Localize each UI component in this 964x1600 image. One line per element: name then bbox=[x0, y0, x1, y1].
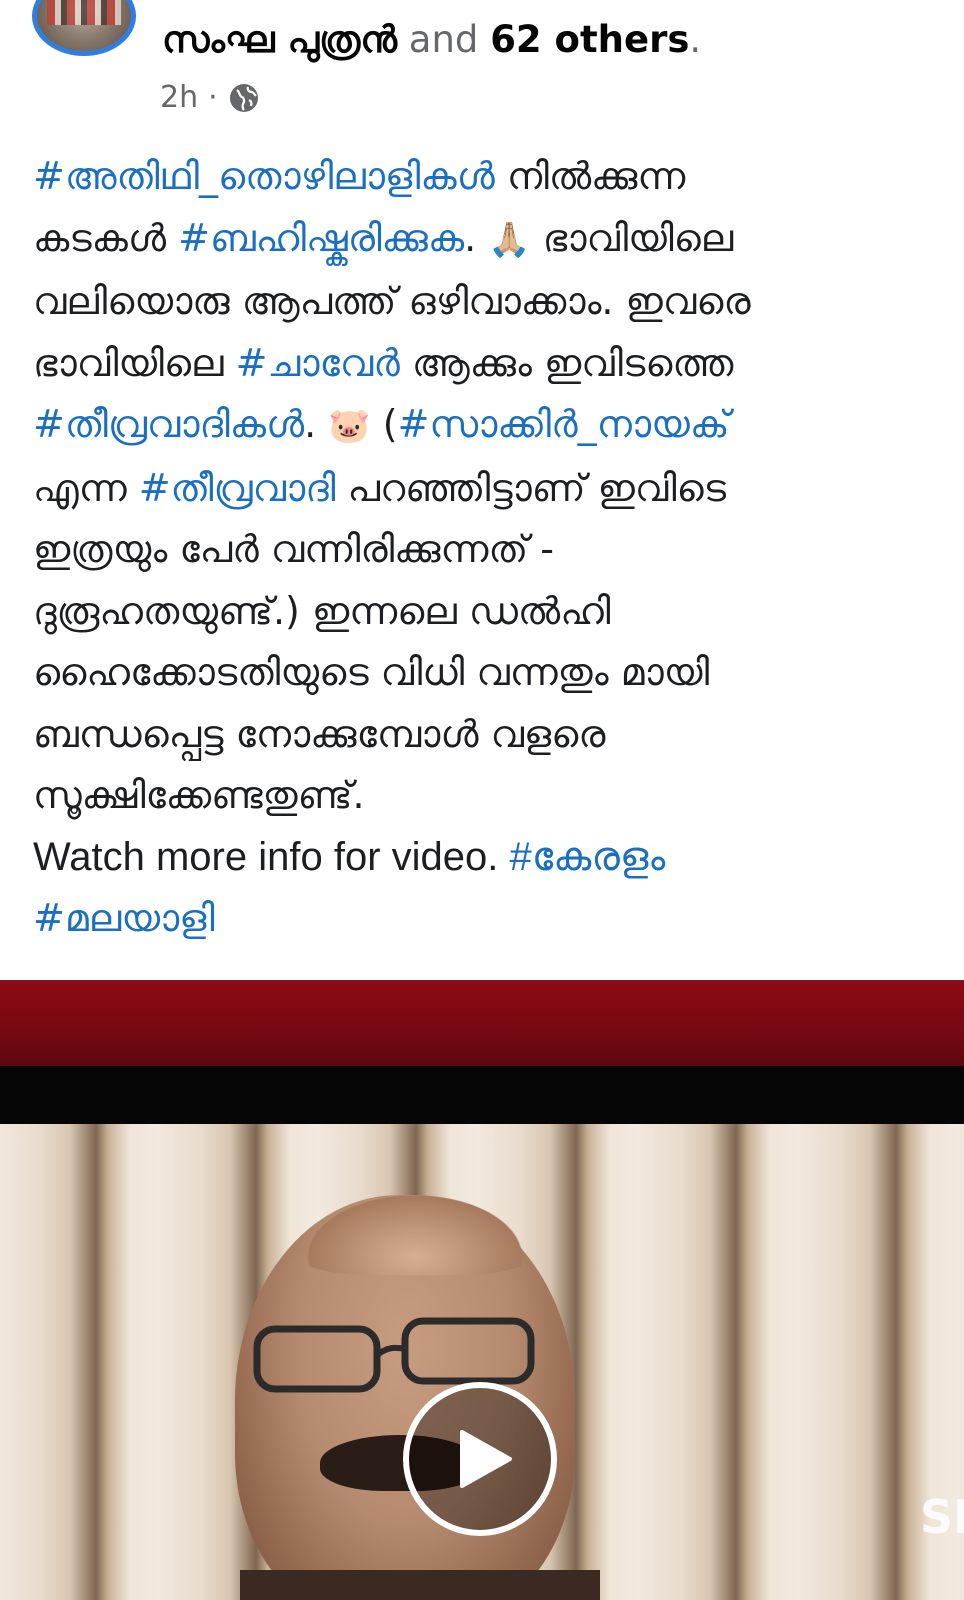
post-line: ഭാവിയിലെ #ചാവേർ ആക്കും ഇവിടത്തെ bbox=[33, 333, 933, 395]
video-banner-red bbox=[0, 980, 964, 1066]
post-line: വലിയൊരു ആപത്ത് ഒഴിവാക്കാം. ഇവരെ bbox=[33, 279, 751, 323]
post-line: സൂക്ഷിക്കേണ്ടതുണ്ട്. bbox=[33, 773, 365, 817]
text-span: ആക്കും ഇവിടത്തെ bbox=[399, 340, 734, 385]
meta-separator: · bbox=[208, 80, 218, 115]
hashtag-link[interactable]: #ചാവേർ bbox=[236, 341, 400, 385]
hashtag-link[interactable]: #തീവ്രവാദികൾ bbox=[33, 402, 304, 446]
folded-hands-emoji: 🙏🏼 bbox=[488, 219, 531, 260]
video-banner-black bbox=[0, 1066, 964, 1124]
hashtag-link[interactable]: #അതിഥി_തൊഴിലാളികൾ bbox=[33, 154, 495, 198]
author-dot: . bbox=[689, 18, 702, 61]
text-span: നിൽക്കുന്ന bbox=[494, 154, 686, 198]
globe-icon bbox=[229, 83, 258, 112]
glasses-icon bbox=[253, 1317, 535, 1393]
author-avatar[interactable] bbox=[32, 0, 136, 56]
video-person-shirt bbox=[240, 1570, 600, 1600]
pig-face-emoji: 🐷 bbox=[328, 406, 371, 446]
play-button[interactable] bbox=[403, 1382, 557, 1536]
text-span: കടകൾ bbox=[33, 215, 179, 260]
post-line: ബന്ധപ്പെട്ട നോക്കുമ്പോൾ വളരെ bbox=[33, 711, 606, 756]
text-span: പറഞ്ഞിട്ടാണ് ഇവിടെ bbox=[335, 465, 727, 510]
author-line: സംഘ പുത്രൻ and 62 others. bbox=[162, 18, 701, 62]
post-line: #മലയാളി bbox=[33, 888, 933, 950]
post-line: #അതിഥി_തൊഴിലാളികൾ നിൽക്കുന്ന bbox=[33, 146, 933, 208]
hashtag-link[interactable]: #കേരളം bbox=[509, 835, 665, 879]
author-name-link[interactable]: സംഘ പുത്രൻ bbox=[162, 18, 397, 61]
text-span: . bbox=[304, 402, 329, 446]
text-span: എന്ന bbox=[33, 465, 139, 510]
post-line: കടകൾ #ബഹിഷ്കരിക്കുക. 🙏🏼 ഭാവിയിലെ bbox=[33, 208, 933, 272]
post-line: ഹൈക്കോടതിയുടെ വിധി വന്നതും മായി bbox=[33, 650, 710, 694]
play-icon bbox=[460, 1430, 512, 1488]
post-meta: 2h · bbox=[160, 80, 260, 115]
hashtag-link[interactable]: #സാക്കിർ_നായക് bbox=[398, 402, 730, 446]
post-text: #അതിഥി_തൊഴിലാളികൾ നിൽക്കുന്ന കടകൾ #ബഹിഷ്… bbox=[33, 146, 933, 950]
text-span: ഭാവിയിലെ bbox=[530, 215, 734, 260]
others-link[interactable]: 62 others bbox=[490, 18, 689, 61]
text-span: ഭാവിയിലെ bbox=[33, 340, 236, 385]
text-span: . bbox=[464, 215, 489, 260]
post-line: എന്ന #തീവ്രവാദി പറഞ്ഞിട്ടാണ് ഇവിടെ bbox=[33, 458, 933, 520]
hashtag-link[interactable]: #മലയാളി bbox=[33, 896, 215, 940]
text-span: Watch more info for video. bbox=[33, 834, 510, 879]
video-person-hair bbox=[290, 1185, 540, 1275]
video-watermark: SH bbox=[920, 1490, 964, 1544]
post-line: #തീവ്രവാദികൾ. 🐷 (#സാക്കിർ_നായക് bbox=[33, 394, 933, 458]
post-line: Watch more info for video. #കേരളം bbox=[33, 827, 933, 889]
post-line: ദുരൂഹതയുണ്ട്.) ഇന്നലെ ഡൽഹി bbox=[33, 588, 611, 633]
hashtag-link[interactable]: #തീവ്രവാദി bbox=[139, 466, 336, 510]
text-span: ( bbox=[370, 402, 398, 446]
author-and-text: and bbox=[408, 18, 479, 61]
hashtag-link[interactable]: #ബഹിഷ്കരിക്കുക bbox=[178, 216, 464, 260]
post-line: ഇത്രയും പേർ വന്നിരിക്കുന്നത് - bbox=[33, 527, 554, 571]
post-timestamp[interactable]: 2h bbox=[160, 80, 198, 115]
post-header: സംഘ പുത്രൻ and 62 others. 2h · bbox=[0, 0, 964, 130]
